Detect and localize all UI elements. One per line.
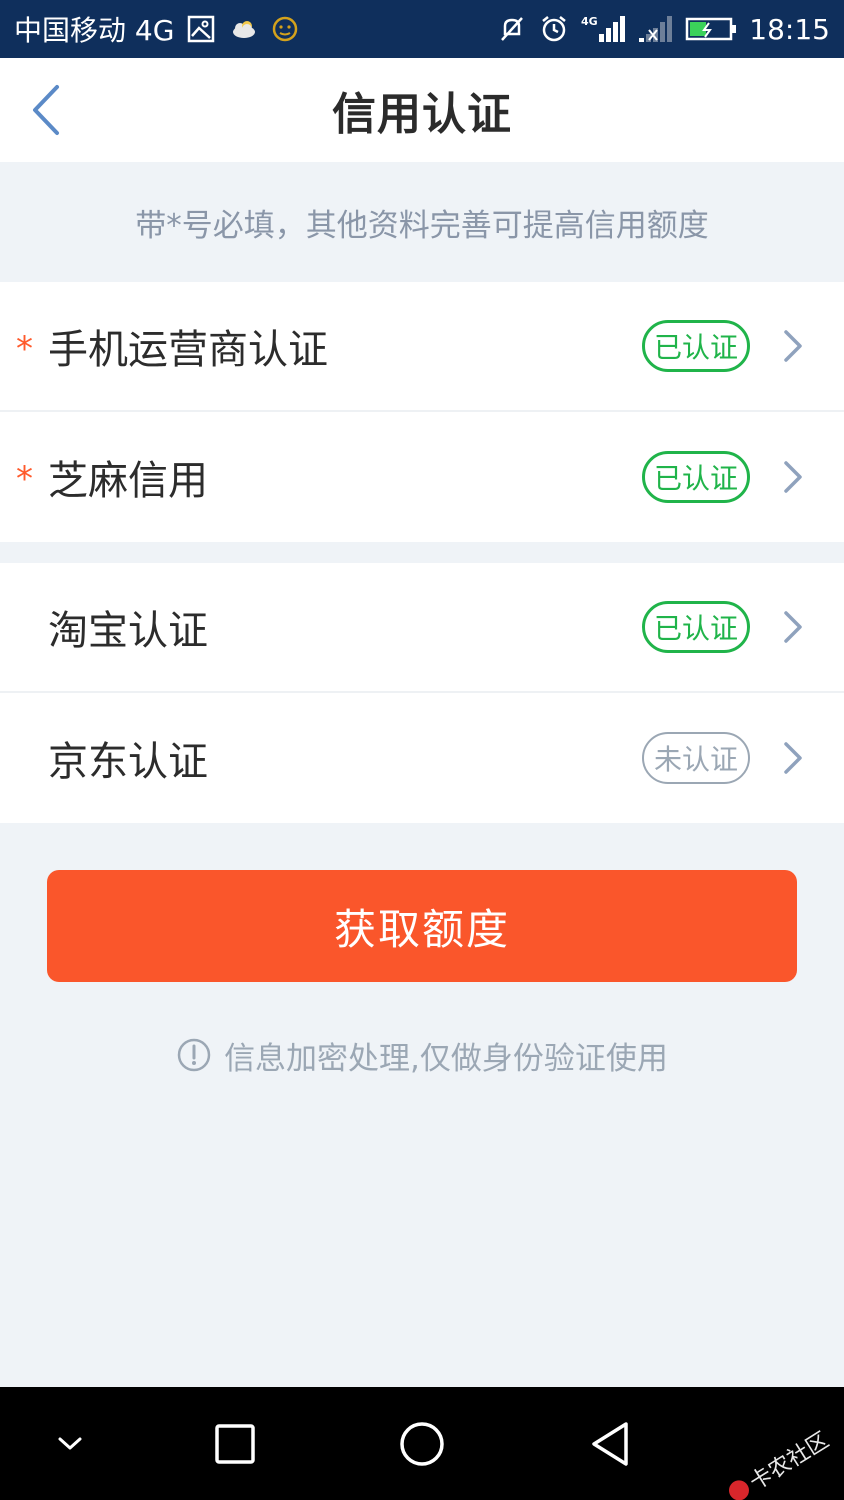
chevron-right-icon <box>780 326 806 366</box>
chevron-right-icon <box>780 738 806 778</box>
status-bar-left: 中国移动 4G <box>14 9 300 49</box>
header: 信用认证 <box>0 58 844 162</box>
required-auth-section: * 手机运营商认证 已认证 * 芝麻信用 已认证 <box>0 282 844 542</box>
signal-icon: 4G <box>581 14 626 44</box>
triangle-back-icon <box>592 1421 628 1466</box>
auth-item-label: 芝麻信用 <box>48 458 208 504</box>
watermark-text: 卡农社区 <box>745 1427 834 1496</box>
nav-recents-button[interactable] <box>200 1387 270 1500</box>
chevron-down-icon <box>58 1437 82 1449</box>
image-icon <box>186 14 216 44</box>
square-icon <box>215 1423 255 1464</box>
required-mark: * <box>16 329 33 369</box>
cloud-icon <box>228 14 258 44</box>
unverified-badge: 未认证 <box>642 732 750 784</box>
security-note: 信息加密处理,仅做身份验证使用 <box>0 1028 844 1082</box>
signal-weak-icon <box>637 14 673 44</box>
optional-auth-section: 淘宝认证 已认证 京东认证 未认证 <box>0 563 844 823</box>
battery-icon <box>685 14 737 44</box>
verified-badge: 已认证 <box>642 601 750 653</box>
page-title: 信用认证 <box>332 89 512 140</box>
status-bar-right: 4G 18:15 <box>497 13 830 46</box>
auth-item-label: 淘宝认证 <box>48 608 208 654</box>
chevron-right-icon <box>780 457 806 497</box>
navigation-bar: 卡农社区 <box>0 1387 844 1500</box>
carrier-label: 中国移动 4G <box>14 14 175 47</box>
auth-item-mobile-operator[interactable]: * 手机运营商认证 已认证 <box>0 282 844 412</box>
auth-item-label: 京东认证 <box>48 739 208 785</box>
alarm-icon <box>539 14 569 44</box>
verified-badge: 已认证 <box>642 451 750 503</box>
chevron-left-icon <box>33 85 59 135</box>
face-icon <box>270 14 300 44</box>
nav-collapse-button[interactable] <box>40 1387 100 1500</box>
clock: 18:15 <box>749 12 830 46</box>
auth-item-jd[interactable]: 京东认证 未认证 <box>0 693 844 823</box>
get-credit-limit-button[interactable]: 获取额度 <box>47 870 797 982</box>
nav-home-button[interactable] <box>385 1387 459 1500</box>
auth-item-taobao[interactable]: 淘宝认证 已认证 <box>0 563 844 693</box>
auth-item-sesame-credit[interactable]: * 芝麻信用 已认证 <box>0 412 844 542</box>
required-tip: 带*号必填，其他资料完善可提高信用额度 <box>135 207 709 244</box>
mute-icon <box>497 14 527 44</box>
circle-icon <box>400 1421 444 1466</box>
svg-text:4G: 4G <box>581 15 598 28</box>
chevron-right-icon <box>780 607 806 647</box>
status-bar: 中国移动 4G 4G 18:15 <box>0 0 844 58</box>
required-mark: * <box>16 459 33 499</box>
nav-back-button[interactable] <box>578 1387 642 1500</box>
verified-badge: 已认证 <box>642 320 750 372</box>
info-icon <box>177 1038 211 1072</box>
back-button[interactable] <box>24 80 68 140</box>
security-note-text: 信息加密处理,仅做身份验证使用 <box>224 1040 668 1077</box>
watermark: 卡农社区 <box>722 1423 834 1500</box>
auth-item-label: 手机运营商认证 <box>48 327 328 373</box>
